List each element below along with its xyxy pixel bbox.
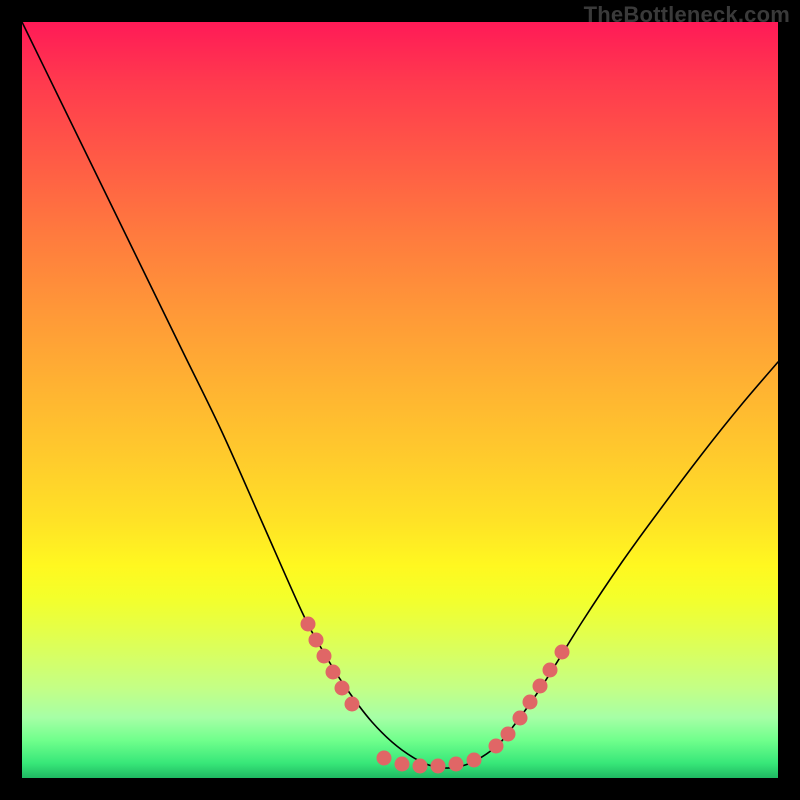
attribution-text: TheBottleneck.com [584, 2, 790, 28]
curve-marker [467, 753, 482, 768]
curve-marker [395, 757, 410, 772]
curve-markers [301, 617, 570, 774]
curve-marker [449, 757, 464, 772]
curve-marker [326, 665, 341, 680]
chart-frame: TheBottleneck.com [0, 0, 800, 800]
curve-marker [513, 711, 528, 726]
curve-marker [377, 751, 392, 766]
curve-marker [543, 663, 558, 678]
curve-marker [533, 679, 548, 694]
curve-marker [431, 759, 446, 774]
curve-marker [317, 649, 332, 664]
curve-marker [301, 617, 316, 632]
curve-marker [555, 645, 570, 660]
curve-marker [523, 695, 538, 710]
curve-svg [22, 22, 778, 778]
curve-marker [413, 759, 428, 774]
bottleneck-curve [22, 22, 778, 768]
curve-marker [309, 633, 324, 648]
curve-marker [489, 739, 504, 754]
curve-marker [345, 697, 360, 712]
plot-area [22, 22, 778, 778]
curve-marker [335, 681, 350, 696]
curve-marker [501, 727, 516, 742]
